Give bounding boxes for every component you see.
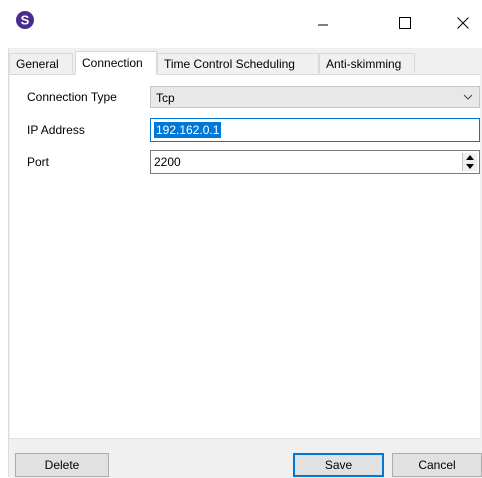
close-button[interactable] (446, 12, 480, 34)
port-value: 2200 (154, 155, 181, 169)
port-spinner (462, 153, 477, 171)
app-logo-icon: S (16, 11, 34, 29)
spin-down-button[interactable] (463, 162, 477, 171)
close-icon (457, 17, 469, 29)
tab-strip: General Connection Time Control Scheduli… (9, 51, 479, 75)
tab-anti-skimming-label: Anti-skimming (326, 57, 402, 71)
tab-general-label: General (16, 57, 59, 71)
minimize-button[interactable] (306, 12, 340, 34)
ip-address-input[interactable]: 192.162.0.1 (150, 118, 480, 142)
save-button[interactable]: Save (293, 453, 384, 477)
port-label: Port (27, 155, 50, 169)
maximize-icon (399, 17, 411, 29)
spin-up-button[interactable] (463, 153, 477, 162)
minimize-icon (318, 24, 328, 26)
tab-time-control-scheduling-label: Time Control Scheduling (164, 57, 295, 71)
title-bar: S (0, 0, 482, 48)
chevron-down-icon (463, 94, 473, 100)
ip-address-value: 192.162.0.1 (154, 122, 222, 138)
port-stepper[interactable]: 2200 (150, 150, 480, 174)
connection-type-value: Tcp (156, 91, 175, 105)
tab-connection[interactable]: Connection (75, 51, 157, 75)
tab-general[interactable]: General (9, 53, 73, 73)
connection-type-select[interactable]: Tcp (150, 86, 480, 108)
cancel-button[interactable]: Cancel (392, 453, 482, 477)
svg-text:S: S (21, 13, 30, 28)
tab-anti-skimming[interactable]: Anti-skimming (319, 53, 415, 73)
triangle-up-icon (466, 155, 474, 160)
connection-type-label: Connection Type (27, 90, 117, 104)
triangle-down-icon (466, 164, 474, 169)
maximize-button[interactable] (388, 12, 422, 34)
ip-address-label: IP Address (27, 123, 85, 137)
tab-time-control-scheduling[interactable]: Time Control Scheduling (157, 53, 319, 73)
delete-button[interactable]: Delete (15, 453, 109, 477)
tab-connection-label: Connection (82, 56, 143, 70)
